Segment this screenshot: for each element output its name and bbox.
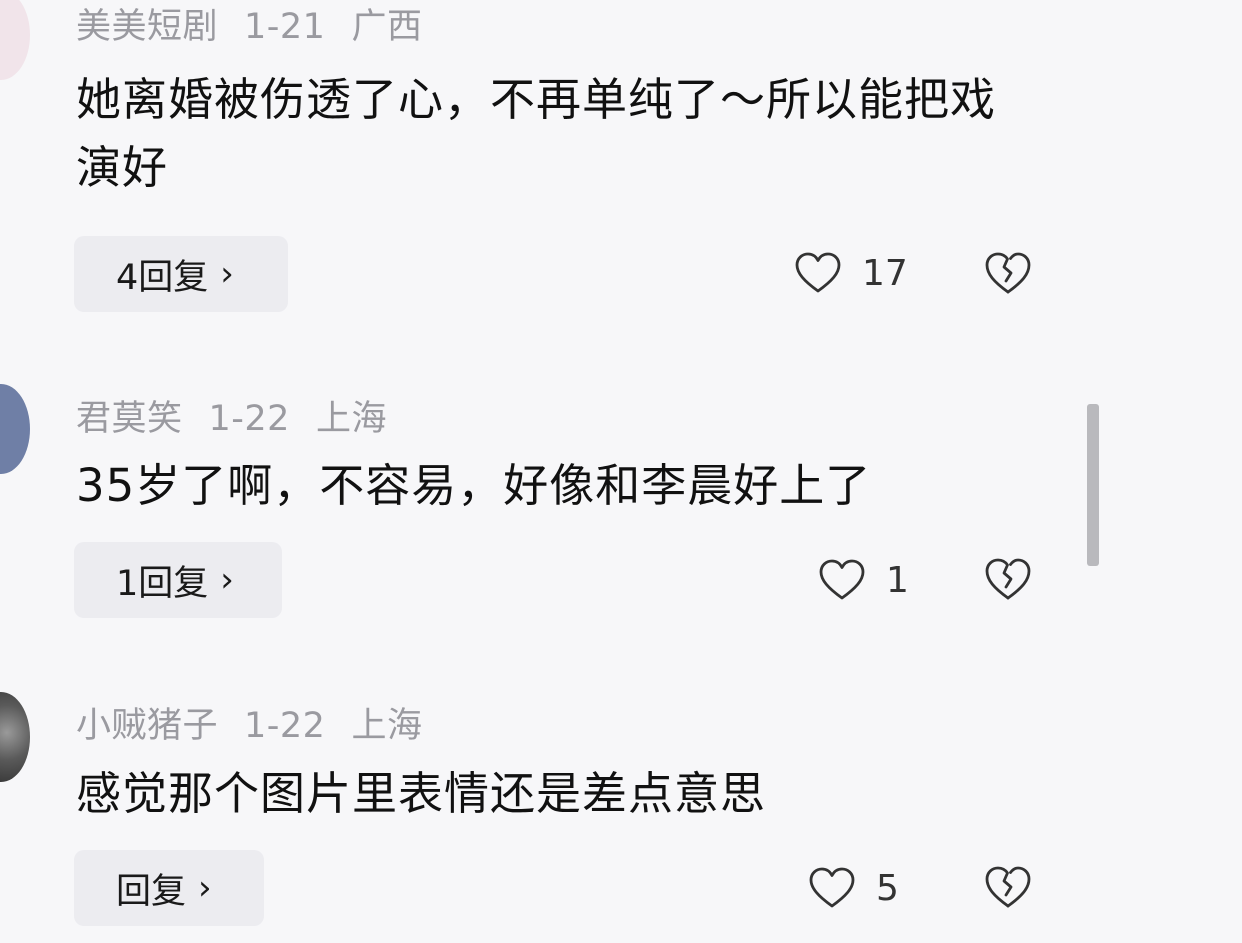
- chevron-right-icon: ›: [220, 560, 234, 600]
- dislike-button[interactable]: [984, 556, 1032, 604]
- username[interactable]: 美美短剧: [76, 7, 218, 47]
- like-count: 17: [862, 252, 908, 294]
- comment-meta: 君莫笑 1-22 上海: [76, 390, 413, 441]
- like-button[interactable]: 5: [808, 858, 899, 918]
- comment-meta: 小贼猪子 1-22 上海: [76, 697, 448, 748]
- heart-outline-icon: [819, 559, 865, 600]
- broken-heart-icon: [985, 866, 1031, 908]
- comment-location: 上海: [351, 706, 423, 746]
- chevron-right-icon: ›: [220, 254, 234, 294]
- heart-outline-icon: [809, 867, 855, 908]
- reply-button[interactable]: 1回复 ›: [74, 542, 282, 618]
- dislike-button[interactable]: [984, 250, 1032, 298]
- heart-outline-icon: [795, 252, 841, 293]
- comment-location: 广西: [351, 7, 423, 47]
- like-button[interactable]: 1: [818, 550, 909, 610]
- like-button[interactable]: 17: [794, 243, 908, 303]
- comment-text: 35岁了啊，不容易，好像和李晨好上了: [76, 459, 872, 512]
- avatar[interactable]: [0, 384, 30, 474]
- username[interactable]: 小贼猪子: [76, 706, 218, 746]
- reply-button-label: 4回复: [116, 257, 209, 298]
- scrollbar[interactable]: [1087, 404, 1099, 566]
- broken-heart-icon: [985, 558, 1031, 600]
- comment-meta: 美美短剧 1-21 广西: [76, 0, 448, 49]
- comment-date: 1-22: [208, 399, 290, 439]
- reply-button[interactable]: 回复 ›: [74, 850, 264, 926]
- like-count: 5: [876, 867, 899, 909]
- avatar[interactable]: [0, 692, 30, 782]
- comment-list: 美美短剧 1-21 广西 她离婚被伤透了心，不再单纯了～所以能把戏演好 4回复 › 1…: [0, 0, 1242, 943]
- comment-text: 她离婚被伤透了心，不再单纯了～所以能把戏演好: [76, 73, 997, 194]
- comment-date: 1-21: [244, 7, 326, 47]
- comment-text: 感觉那个图片里表情还是差点意思: [76, 767, 767, 820]
- avatar[interactable]: [0, 0, 30, 80]
- broken-heart-icon: [985, 252, 1031, 294]
- comment-date: 1-22: [244, 706, 326, 746]
- reply-button[interactable]: 4回复 ›: [74, 236, 288, 312]
- chevron-right-icon: ›: [198, 868, 212, 908]
- dislike-button[interactable]: [984, 864, 1032, 912]
- like-count: 1: [886, 559, 909, 601]
- username[interactable]: 君莫笑: [76, 399, 183, 439]
- comment-location: 上海: [315, 399, 387, 439]
- reply-button-label: 1回复: [116, 563, 209, 604]
- reply-button-label: 回复: [116, 871, 187, 912]
